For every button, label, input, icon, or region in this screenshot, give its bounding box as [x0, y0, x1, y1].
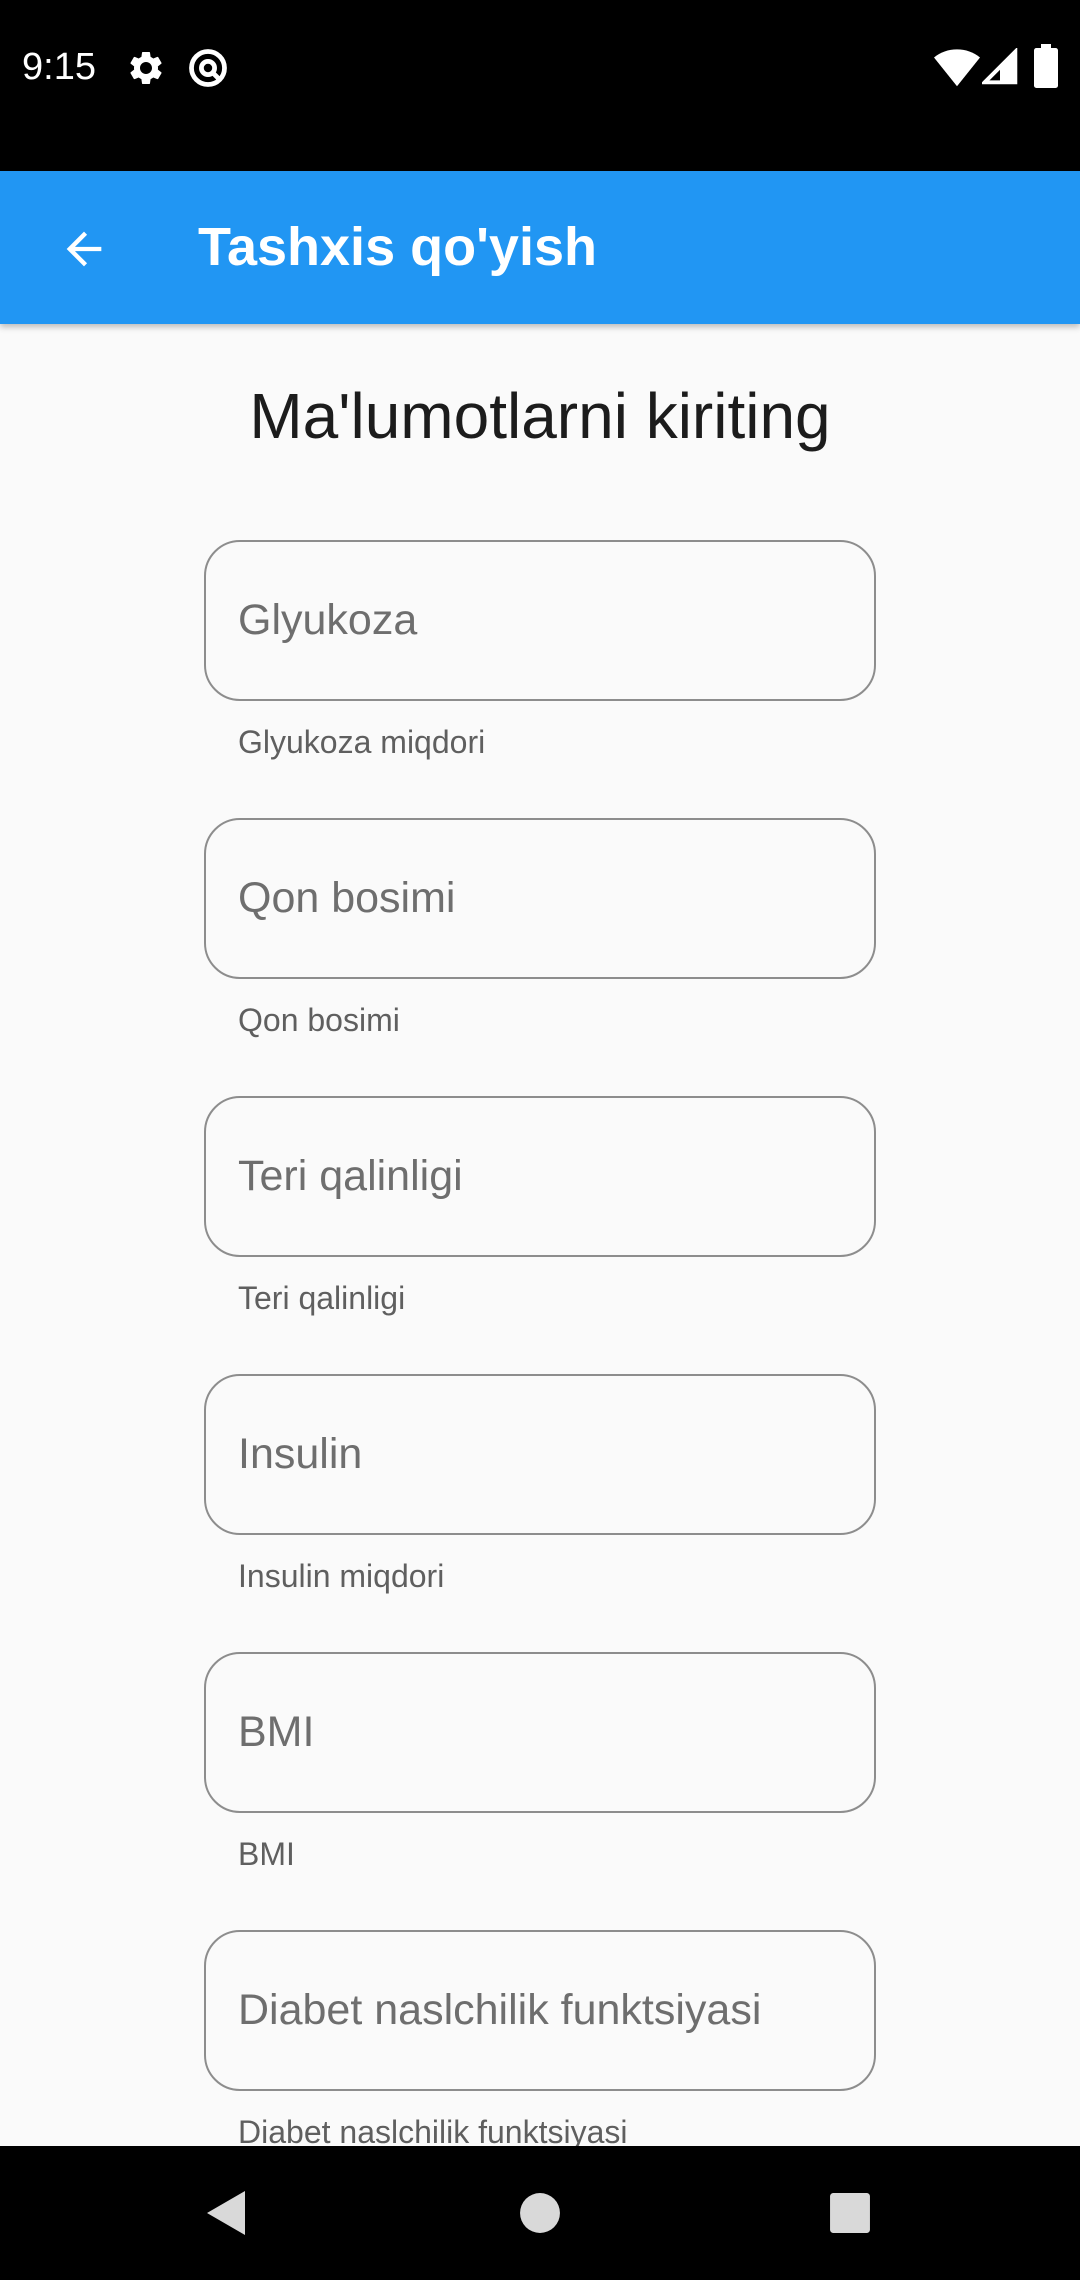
nav-recents-button[interactable] — [770, 2146, 930, 2280]
bmi-field[interactable] — [204, 1652, 876, 1813]
blood-pressure-field-group: Qon bosimi — [204, 818, 876, 1038]
skin-thickness-field[interactable] — [204, 1096, 876, 1257]
bmi-helper-text: BMI — [238, 1836, 295, 1872]
navigation-bar — [0, 2146, 1080, 2280]
form-content[interactable]: Ma'lumotlarni kiriting Glyukoza miqdori … — [0, 324, 1080, 2146]
page-title: Tashxis qo'yish — [198, 217, 597, 277]
app-bar: Tashxis qo'yish — [0, 171, 1080, 324]
wifi-icon — [934, 49, 980, 87]
bmi-field-group: BMI — [204, 1652, 876, 1872]
status-time: 9:15 — [22, 46, 96, 88]
glucose-helper-text: Glyukoza miqdori — [238, 724, 486, 760]
diabetes-pedigree-field[interactable] — [204, 1930, 876, 2091]
blood-pressure-input[interactable] — [238, 820, 842, 977]
glucose-input[interactable] — [238, 542, 842, 699]
skin-thickness-input[interactable] — [238, 1098, 842, 1255]
blood-pressure-field[interactable] — [204, 818, 876, 979]
diabetes-pedigree-helper-text: Diabet naslchilik funktsiyasi — [238, 2114, 628, 2146]
blood-pressure-helper-text: Qon bosimi — [238, 1002, 400, 1038]
signal-icon — [982, 48, 1018, 85]
back-button[interactable] — [36, 201, 132, 297]
glucose-field[interactable] — [204, 540, 876, 701]
status-bar: 9:15 — [0, 0, 1080, 171]
insulin-field-group: Insulin miqdori — [204, 1374, 876, 1594]
insulin-helper-text: Insulin miqdori — [238, 1558, 445, 1594]
diabetes-pedigree-field-group: Diabet naslchilik funktsiyasi — [204, 1930, 876, 2146]
glucose-field-group: Glyukoza miqdori — [204, 540, 876, 760]
insulin-field[interactable] — [204, 1374, 876, 1535]
skin-thickness-helper-text: Teri qalinligi — [238, 1280, 406, 1316]
recents-square-icon — [830, 2193, 870, 2233]
form-heading: Ma'lumotlarni kiriting — [249, 380, 831, 452]
skin-thickness-field-group: Teri qalinligi — [204, 1096, 876, 1316]
insulin-input[interactable] — [238, 1376, 842, 1533]
nav-home-button[interactable] — [460, 2146, 620, 2280]
arrow-back-icon — [66, 231, 102, 267]
battery-icon — [1034, 44, 1058, 88]
home-circle-icon — [520, 2193, 560, 2233]
gear-icon — [130, 51, 162, 84]
diabetes-pedigree-input[interactable] — [238, 1932, 842, 2089]
bmi-input[interactable] — [238, 1654, 842, 1811]
back-triangle-icon — [207, 2191, 245, 2235]
at-sign-icon — [189, 49, 227, 87]
nav-back-button[interactable] — [146, 2146, 306, 2280]
